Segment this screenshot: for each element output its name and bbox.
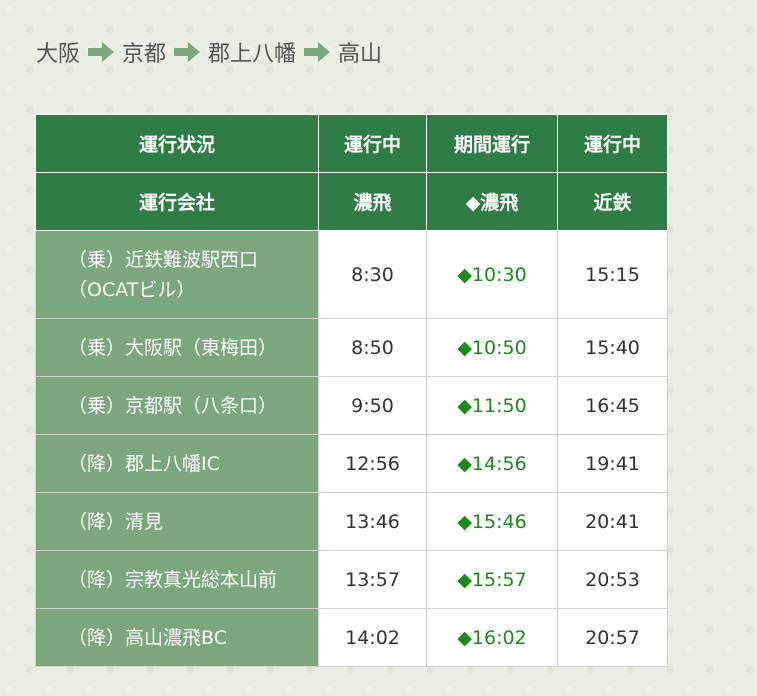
stop-cell: （降）高山濃飛BC xyxy=(35,608,319,667)
time-cell-seasonal: ◆10:30 xyxy=(426,230,558,319)
time-cell: 8:50 xyxy=(318,318,427,377)
stop-name: （降）高山濃飛BC xyxy=(68,626,227,649)
table-row: （乗）大阪駅（東梅田） 8:50 ◆10:50 15:40 xyxy=(35,318,668,377)
header-row-status: 運行状況 運行中 期間運行 運行中 xyxy=(35,114,668,173)
stop-cell: （乗）京都駅（八条口） xyxy=(35,376,319,435)
right-arrow-icon xyxy=(304,42,331,62)
route-stop-osaka: 大阪 xyxy=(36,42,81,67)
right-arrow-icon xyxy=(174,42,201,62)
route-stop-kyoto: 京都 xyxy=(122,42,167,67)
header-cell: 濃飛 xyxy=(318,172,427,231)
stop-name: （降）郡上八幡IC xyxy=(68,452,220,475)
stop-cell: （降）郡上八幡IC xyxy=(35,434,319,493)
time-cell-seasonal: ◆14:56 xyxy=(426,434,558,493)
stop-name-note: （OCATビル） xyxy=(68,278,196,301)
bus-timetable: 運行状況 運行中 期間運行 運行中 運行会社 濃飛 ◆濃飛 近鉄 （乗）近鉄難波… xyxy=(35,114,668,667)
time-cell: 15:40 xyxy=(557,318,668,377)
time-cell-seasonal: ◆16:02 xyxy=(426,608,558,667)
table-row: （降）宗教真光総本山前 13:57 ◆15:57 20:53 xyxy=(35,550,668,609)
time-cell: 8:30 xyxy=(318,230,427,319)
header-label-status: 運行状況 xyxy=(35,114,319,173)
time-cell: 20:57 xyxy=(557,608,668,667)
time-cell-seasonal: ◆11:50 xyxy=(426,376,558,435)
route-stop-takayama: 高山 xyxy=(338,42,383,67)
time-cell: 20:41 xyxy=(557,492,668,551)
time-cell: 9:50 xyxy=(318,376,427,435)
time-cell-seasonal: ◆10:50 xyxy=(426,318,558,377)
header-row-operator: 運行会社 濃飛 ◆濃飛 近鉄 xyxy=(35,172,668,231)
time-cell: 12:56 xyxy=(318,434,427,493)
right-arrow-icon xyxy=(88,42,115,62)
stop-name: （降）宗教真光総本山前 xyxy=(68,568,278,591)
header-cell: 近鉄 xyxy=(557,172,668,231)
time-cell-seasonal: ◆15:57 xyxy=(426,550,558,609)
header-cell: 運行中 xyxy=(318,114,427,173)
stop-cell: （降）宗教真光総本山前 xyxy=(35,550,319,609)
route-stop-gujo-hachiman: 郡上八幡 xyxy=(208,42,297,67)
header-label-operator: 運行会社 xyxy=(35,172,319,231)
time-cell: 19:41 xyxy=(557,434,668,493)
stop-name: （乗）近鉄難波駅西口 xyxy=(68,248,259,271)
stop-name: （乗）大阪駅（東梅田） xyxy=(68,336,278,359)
time-cell: 15:15 xyxy=(557,230,668,319)
time-cell-seasonal: ◆15:46 xyxy=(426,492,558,551)
stop-name: （乗）京都駅（八条口） xyxy=(68,394,278,417)
time-cell: 13:46 xyxy=(318,492,427,551)
table-row: （降）清見 13:46 ◆15:46 20:41 xyxy=(35,492,668,551)
header-cell: 期間運行 xyxy=(426,114,558,173)
table-row: （降）高山濃飛BC 14:02 ◆16:02 20:57 xyxy=(35,608,668,667)
header-cell: ◆濃飛 xyxy=(426,172,558,231)
stop-cell: （乗）大阪駅（東梅田） xyxy=(35,318,319,377)
stop-cell: （降）清見 xyxy=(35,492,319,551)
time-cell: 16:45 xyxy=(557,376,668,435)
table-row: （降）郡上八幡IC 12:56 ◆14:56 19:41 xyxy=(35,434,668,493)
time-cell: 20:53 xyxy=(557,550,668,609)
stop-name: （降）清見 xyxy=(68,510,164,533)
time-cell: 13:57 xyxy=(318,550,427,609)
route-breadcrumb: 大阪 京都 郡上八幡 高山 xyxy=(36,36,382,68)
header-cell: 運行中 xyxy=(557,114,668,173)
stop-cell: （乗）近鉄難波駅西口 （OCATビル） xyxy=(35,230,319,319)
time-cell: 14:02 xyxy=(318,608,427,667)
table-row: （乗）近鉄難波駅西口 （OCATビル） 8:30 ◆10:30 15:15 xyxy=(35,230,668,319)
table-row: （乗）京都駅（八条口） 9:50 ◆11:50 16:45 xyxy=(35,376,668,435)
